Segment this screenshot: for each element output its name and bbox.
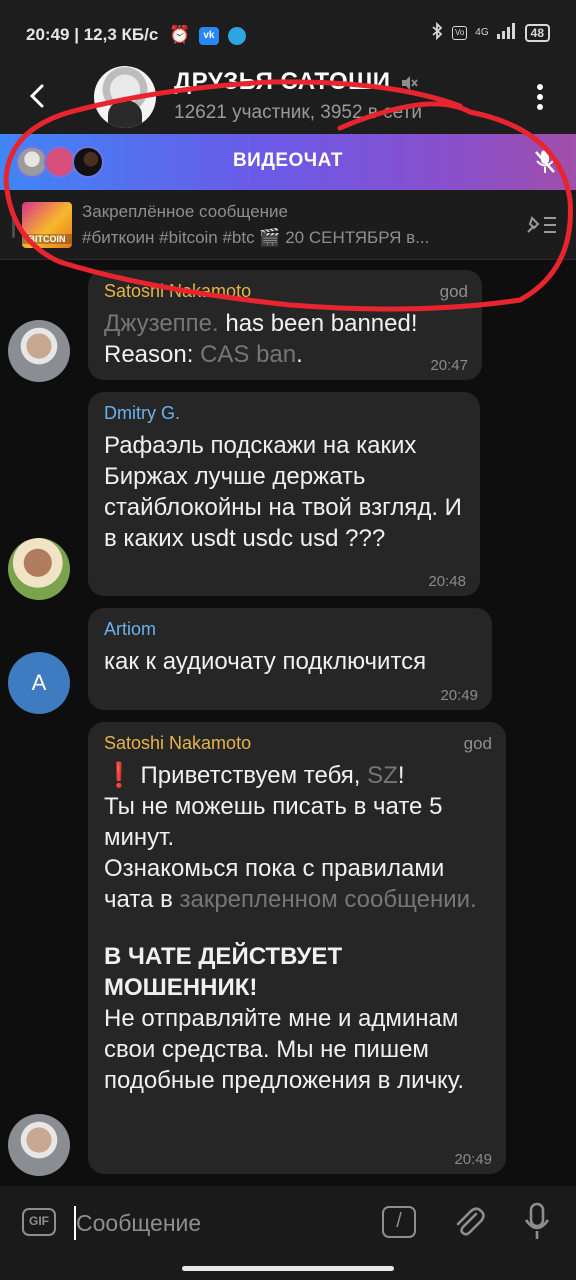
volte-icon: Vo [451,25,468,40]
status-time-and-speed: 20:49 | 12,3 КБ/с ⏰ vk [26,25,246,45]
message-text-part: . [296,341,303,368]
warning-text: В ЧАТЕ ДЕЙСТВУЕТ МОШЕННИК! [104,943,343,1001]
alarm-icon: ⏰ [169,25,191,44]
sender-name[interactable]: Satoshi Nakamoto [104,280,466,302]
member-count: 12621 участник, 3952 в сети [174,102,422,123]
message-text-part: Reason: [104,341,201,368]
muted-speaker-icon [400,74,418,97]
more-menu-button[interactable] [528,82,552,112]
bot-commands-button[interactable]: / [382,1206,416,1238]
exclamation-icon: ❗ [104,762,134,789]
sender-avatar[interactable] [8,320,70,382]
mic-off-icon [535,150,555,173]
sender-avatar[interactable]: A [8,652,70,714]
message-text: Не отправляйте мне и админам свои средст… [104,1005,465,1094]
status-time: 20:49 [26,25,70,44]
vk-icon: vk [198,26,219,45]
sender-avatar[interactable] [8,538,70,600]
sender-avatar[interactable] [8,1114,70,1176]
chat-header[interactable]: ДРУЗЬЯ САТОШИ 12621 участник, 3952 в сет… [0,66,576,134]
message-time: 20:49 [454,1151,492,1168]
status-right: Vo 4G 48 [430,21,550,43]
message-text-part: Приветствуем тебя, [133,762,368,789]
mic-off-button[interactable] [532,148,558,181]
pinned-indicator [12,216,15,238]
message-bubble[interactable]: Satoshi Nakamoto god ❗ Приветствуем тебя… [88,722,506,1174]
sender-name[interactable]: Satoshi Nakamoto [104,732,490,754]
videochat-banner[interactable]: ВИДЕОЧАТ [0,134,576,190]
chat-title[interactable]: ДРУЗЬЯ САТОШИ [174,68,390,96]
message-text-part: Ты не можешь писать в чате 5 минут. [104,793,443,851]
message-text: Рафаэль подскажи на каких Биржах лучше д… [104,432,462,552]
sender-name[interactable]: Dmitry G. [104,402,464,424]
kebab-menu-icon [537,84,543,110]
message-input[interactable] [76,1204,366,1242]
pinned-text: #биткоин #bitcoin #btc 🎬 20 СЕНТЯБРЯ в..… [82,228,430,247]
home-indicator [182,1266,394,1271]
status-bar: 20:49 | 12,3 КБ/с ⏰ vk Vo 4G 48 [0,0,576,66]
voice-record-button[interactable] [522,1202,552,1247]
message-text-part: ! [397,762,405,789]
pinned-message-bar[interactable]: BITCOIN Закреплённое сообщение #биткоин … [0,190,576,260]
message-text: ❗ Приветствуем тебя, SZ! Ты не можешь пи… [104,760,490,915]
paperclip-icon [456,1207,485,1236]
pinned-list-button[interactable] [524,212,558,243]
gif-button[interactable]: GIF [22,1208,56,1236]
banned-user-link[interactable]: Джузеппе. [104,310,219,337]
network-label: 4G [475,27,489,38]
videochat-label[interactable]: ВИДЕОЧАТ [0,150,576,172]
mentioned-user-link[interactable]: SZ [367,762,398,789]
sender-name[interactable]: Artiom [104,618,476,640]
admin-title: god [463,734,492,753]
message-text: как к аудиочату подключится [104,648,427,675]
back-button[interactable] [20,78,56,114]
telegram-icon [227,26,246,45]
pinned-title: Закреплённое сообщение [82,202,288,221]
pinned-thumbnail: BITCOIN [22,202,72,248]
back-arrow-icon [29,84,44,108]
message-text: Джузеппе. has been banned! Reason: CAS b… [104,308,466,370]
message-bubble[interactable]: Satoshi Nakamoto god Джузеппе. has been … [88,270,482,380]
status-divider: | [74,25,84,44]
attach-button[interactable] [452,1204,486,1245]
battery-icon: 48 [524,23,550,42]
message-bubble[interactable]: Dmitry G. Рафаэль подскажи на каких Бирж… [88,392,480,596]
pinned-message-link[interactable]: закрепленном сообщении. [179,886,476,913]
pinned-thumbnail-text: BITCOIN [22,234,72,244]
group-avatar[interactable] [94,66,156,128]
message-text-part: has been banned! [218,310,418,337]
microphone-icon [524,1202,550,1239]
ban-reason-link[interactable]: CAS ban [200,341,296,368]
status-speed: 12,3 КБ/с [83,25,159,44]
message-bubble[interactable]: Artiom как к аудиочату подключится 20:49 [88,608,492,710]
signal-icon [496,23,517,42]
admin-title: god [439,282,468,301]
pin-list-icon [527,216,556,233]
message-time: 20:48 [428,573,466,590]
bluetooth-icon [430,21,444,43]
message-time: 20:49 [440,687,478,704]
message-time: 20:47 [430,357,468,374]
